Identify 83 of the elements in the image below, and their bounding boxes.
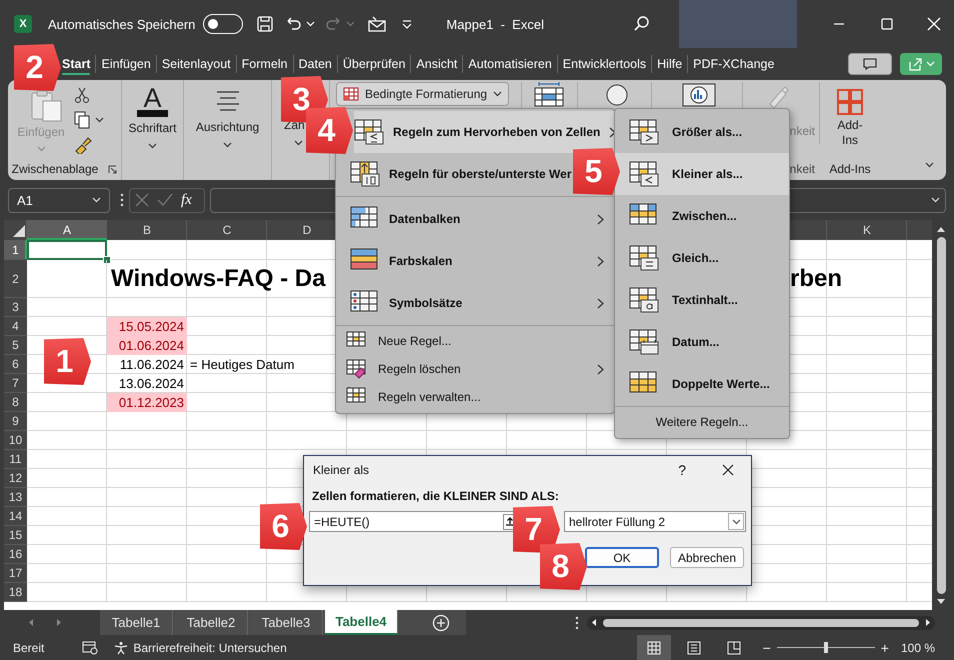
ribbon-tab[interactable]: PDF-XChange	[688, 48, 780, 80]
alignment-button[interactable]: Ausrichtung	[196, 120, 260, 134]
step-callout: 4	[306, 107, 353, 154]
zoom-level[interactable]: 100 %	[900, 640, 935, 654]
zoom-in-button[interactable]: +	[880, 640, 889, 656]
group-label: Zwischenablage	[12, 162, 98, 176]
sheet-tab[interactable]: Tabelle4	[325, 610, 398, 635]
ribbon-tab[interactable]: Ansicht	[411, 48, 462, 80]
menu-item[interactable]: Regeln zum Hervorheben von Zellen	[354, 111, 614, 153]
menu-item[interactable]: Regeln verwalten...	[336, 383, 614, 411]
menu-item[interactable]: Zwischen...	[615, 195, 789, 237]
format-dropdown[interactable]: hellroter Füllung 2	[564, 511, 746, 532]
window-title: Mappe1 - Excel	[446, 16, 544, 32]
row-header[interactable]: 1	[4, 240, 27, 260]
menu-item[interactable]: Kleiner als...	[615, 153, 789, 195]
conditional-formatting-button[interactable]: Bedingte Formatierung	[336, 82, 510, 106]
status-text: Bereit	[13, 640, 44, 654]
insert-function-button[interactable]: fx	[181, 192, 192, 208]
row-header[interactable]: 6	[4, 355, 27, 374]
group-label: Add-Ins	[829, 161, 871, 178]
table-cell: 01.06.2024	[107, 336, 187, 355]
dialog-title: Kleiner als	[313, 463, 370, 477]
row-header[interactable]: 12	[4, 469, 27, 488]
row-header[interactable]: 18	[4, 583, 27, 602]
autosave-label: Automatisches Speichern	[48, 16, 196, 32]
menu-item[interactable]: Datenbalken	[336, 198, 614, 240]
ribbon-tab[interactable]: Überprüfen	[338, 48, 410, 80]
table-cell-text: = Heutiges Datum	[189, 356, 296, 374]
column-header[interactable]: B	[107, 220, 187, 240]
row-header[interactable]: 9	[4, 412, 27, 431]
column-header[interactable]: C	[187, 220, 267, 240]
ribbon-tab[interactable]: Automatisieren	[463, 48, 557, 80]
accessibility-status[interactable]: Barrierefreiheit: Untersuchen	[133, 640, 287, 654]
name-box[interactable]: A1	[8, 188, 110, 212]
row-header[interactable]: 7	[4, 374, 27, 393]
group-label: nkeit	[790, 161, 815, 178]
menu-item[interactable]: Neue Regel...	[336, 327, 614, 355]
column-header[interactable]: K	[827, 220, 907, 240]
dialog-prompt: Zellen formatieren, die KLEINER SIND ALS:	[311, 488, 560, 503]
zoom-out-button[interactable]: −	[762, 640, 771, 656]
step-callout: 5	[573, 148, 620, 195]
row-header[interactable]: 16	[4, 545, 27, 564]
table-cell: 15.05.2024	[107, 317, 187, 336]
row-header[interactable]: 17	[4, 564, 27, 583]
row-header[interactable]: 15	[4, 526, 27, 545]
ribbon-tab[interactable]: Hilfe	[652, 48, 688, 80]
row-header[interactable]: 3	[4, 298, 27, 317]
row-header[interactable]: 13	[4, 488, 27, 507]
row-header[interactable]: 8	[4, 393, 27, 412]
ribbon-tab[interactable]: Entwicklertools	[558, 48, 652, 80]
step-callout: 1	[44, 338, 91, 385]
row-header[interactable]: 4	[4, 317, 27, 336]
menu-item[interactable]: Textinhalt...	[615, 279, 789, 321]
row-header[interactable]: 14	[4, 507, 27, 526]
step-callout: 2	[14, 44, 61, 91]
sheet-title: rben	[790, 265, 842, 293]
row-header[interactable]: 11	[4, 450, 27, 469]
table-cell: 01.12.2023	[107, 393, 187, 412]
menu-item[interactable]: Doppelte Werte...	[615, 363, 789, 405]
excel-logo: X	[14, 15, 32, 33]
menu-item[interactable]: Regeln löschen	[336, 355, 614, 383]
sheet-title: Windows-FAQ - Da	[110, 265, 327, 293]
menu-item[interactable]: Datum...	[615, 321, 789, 363]
row-header[interactable]: 10	[4, 431, 27, 450]
menu-item[interactable]: Weitere Regeln...	[615, 408, 789, 436]
add-ins-button[interactable]: Add-Ins	[835, 118, 865, 148]
step-callout: 8	[540, 543, 587, 590]
ok-button[interactable]: OK	[585, 547, 659, 568]
ribbon-tab[interactable]: Einfügen	[96, 48, 156, 80]
step-callout: 6	[260, 503, 307, 550]
menu-item[interactable]: Gleich...	[615, 237, 789, 279]
row-header[interactable]: 2	[4, 260, 27, 298]
menu-item[interactable]: Symbolsätze	[336, 282, 614, 324]
row-header[interactable]: 5	[4, 336, 27, 355]
help-button[interactable]: ?	[678, 462, 686, 478]
menu-item[interactable]: Regeln für oberste/unterste Wer	[336, 153, 573, 195]
table-cell-text: 11.06.2024	[118, 356, 185, 374]
menu-item[interactable]: Farbskalen	[336, 240, 614, 282]
column-header[interactable]: A	[27, 220, 107, 240]
ribbon-tab[interactable]: Seitenlayout	[156, 48, 236, 80]
table-cell-text: 13.06.2024	[118, 375, 185, 393]
cancel-button[interactable]: Abbrechen	[670, 547, 744, 568]
font-button[interactable]: Schriftart	[128, 121, 176, 135]
